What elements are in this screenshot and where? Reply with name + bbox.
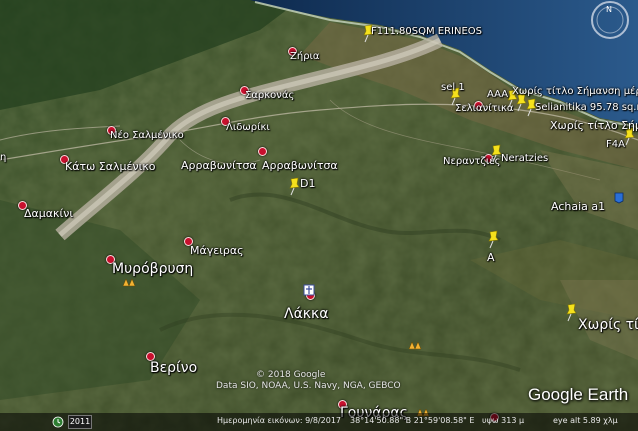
- campsite-icon[interactable]: [408, 340, 422, 350]
- place-label-verino: Βερίνο: [150, 360, 198, 376]
- satellite-terrain: [0, 0, 638, 431]
- place-label-neo-salmeniko: Νέο Σαλμένικο: [110, 130, 184, 141]
- placemark-label-achaia: Achaia a1: [551, 200, 606, 213]
- place-dot-arravonitsa[interactable]: [258, 147, 267, 156]
- imagery-date-text: Ημερομηνία εικόνων: 9/8/2017: [217, 416, 341, 425]
- placemark-label-choris-mid: Χωρίς τίτλο Σήμανση: [550, 119, 638, 132]
- place-label-zeria: Ζήρια: [290, 51, 320, 62]
- placemark-label-erineos: F111.80SQM ERINEOS: [371, 26, 483, 37]
- place-label-kato-salmeniko: Κάτω Σαλμένικο: [65, 160, 156, 173]
- placemark-label-f4a: F4A: [606, 139, 625, 150]
- coordinates-text: 38°14'50.88" B 21°59'08.58" E: [350, 416, 475, 425]
- blue-placemark-icon[interactable]: [614, 192, 624, 204]
- eye-altitude-text: eye alt 5.89 χλμ: [553, 416, 618, 425]
- place-label-arravonitsa-1: Αρραβωνίτσα: [181, 159, 257, 172]
- placemark-label-aaa: AAA: [487, 89, 509, 100]
- yellow-pushpin-icon[interactable]: [486, 229, 502, 249]
- place-label-lidoriki: Λιδωρίκι: [226, 122, 270, 133]
- place-label-mageiras: Μάγειρας: [190, 244, 244, 257]
- place-label-partial-left: η: [0, 152, 7, 163]
- place-label-sarkonas: Σαρκονάς: [245, 90, 295, 101]
- svg-text:N: N: [606, 5, 612, 14]
- place-label-myrovrysi: Μυρόβρυση: [112, 261, 194, 277]
- placemark-label-choris-bottom: Χωρίς τίτ: [578, 317, 638, 333]
- imagery-year-badge[interactable]: 2011: [68, 415, 92, 429]
- campsite-icon[interactable]: [122, 277, 136, 287]
- place-label-damakini: Δαμακίνι: [24, 207, 74, 220]
- compass-icon[interactable]: N: [583, 0, 638, 48]
- place-label-arravonitsa-2: Αρραβωνίτσα: [262, 159, 338, 172]
- place-label-lakka: Λάκκα: [284, 306, 329, 322]
- copyright-text: © 2018 Google: [256, 370, 326, 380]
- placemark-label-d1: D1: [300, 177, 316, 190]
- placemark-label-neratzies: Neratzies: [501, 153, 549, 164]
- church-icon[interactable]: [303, 284, 315, 296]
- map-viewport[interactable]: N Ζήρια Σαρκονάς Νέο Σαλμένικο Λιδωρίκι …: [0, 0, 638, 431]
- google-earth-logo: Google Earth: [528, 385, 629, 404]
- historical-imagery-icon[interactable]: [52, 416, 64, 428]
- placemark-label-choris-top: Χωρίς τίτλο Σήμανση μέρους: [512, 86, 638, 97]
- placemark-label-sel1: sel 1: [441, 82, 465, 93]
- placemark-label-a: A: [487, 251, 495, 264]
- elevation-text: υψω 313 μ: [482, 416, 525, 425]
- placemark-label-selianitika-sqm: Selianitika 95.78 sq.m: [535, 102, 638, 113]
- data-attribution-text: Data SIO, NOAA, U.S. Navy, NGA, GEBCO: [216, 381, 401, 391]
